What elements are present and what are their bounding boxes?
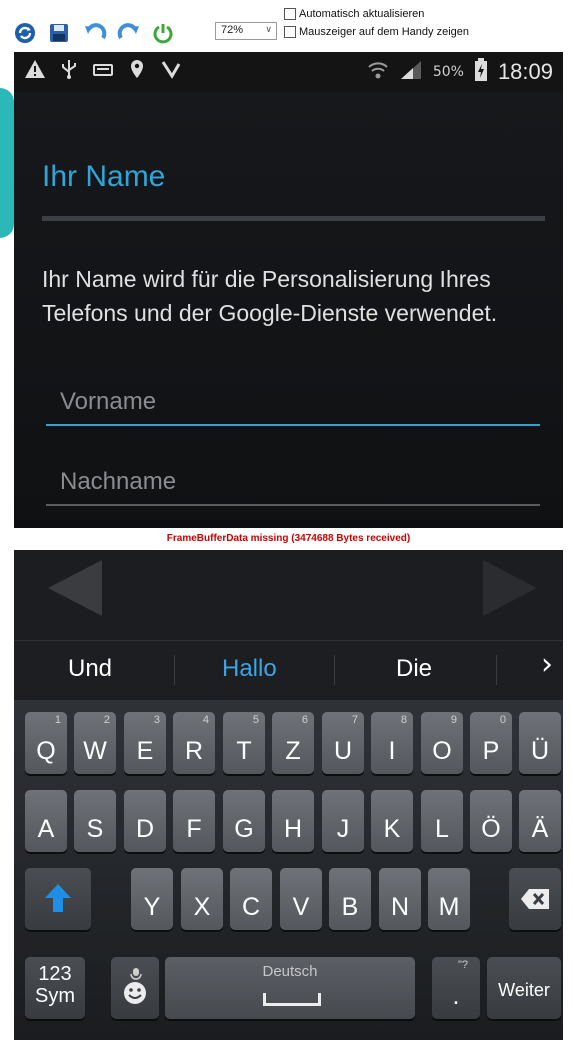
shift-arrow-icon xyxy=(44,882,72,921)
usb-icon xyxy=(60,58,78,85)
rotate-right-icon[interactable] xyxy=(116,20,142,46)
key-c[interactable]: C xyxy=(230,868,272,930)
key-r[interactable]: 4R xyxy=(173,712,215,774)
key-i[interactable]: 8I xyxy=(371,712,413,774)
power-icon[interactable] xyxy=(150,20,176,46)
name-setup-screen: Ihr Name Ihr Name wird für die Personali… xyxy=(14,92,563,520)
suggestion-und[interactable]: Und xyxy=(68,655,112,683)
key-h[interactable]: H xyxy=(272,790,314,852)
setup-navigation xyxy=(14,550,563,640)
key-b[interactable]: B xyxy=(329,868,371,930)
page-description: Ihr Name wird für die Personalisierung I… xyxy=(42,266,498,326)
battery-percent: 50% xyxy=(432,64,464,80)
page-title: Ihr Name xyxy=(42,160,166,193)
first-name-field[interactable]: Vorname xyxy=(46,382,540,426)
key-z[interactable]: 6Z xyxy=(272,712,314,774)
refresh-icon[interactable] xyxy=(12,20,38,46)
warning-icon xyxy=(24,58,46,85)
key-a[interactable]: A xyxy=(25,790,67,852)
key-y[interactable]: Y xyxy=(131,868,173,930)
symbols-key[interactable]: 123 Sym xyxy=(25,957,85,1019)
chevron-down-icon: ∨ xyxy=(265,24,272,34)
signal-icon xyxy=(399,59,423,85)
key-u[interactable]: 7U xyxy=(322,712,364,774)
save-icon[interactable] xyxy=(46,20,72,46)
key-q[interactable]: 1Q xyxy=(25,712,67,774)
missed-call-icon xyxy=(160,58,182,85)
key-oe[interactable]: Ö xyxy=(470,790,512,852)
last-name-placeholder: Nachname xyxy=(60,468,177,495)
key-d[interactable]: D xyxy=(124,790,166,852)
suggestion-divider xyxy=(496,655,497,685)
space-key-language: Deutsch xyxy=(262,963,318,980)
key-t[interactable]: 5T xyxy=(223,712,265,774)
key-g[interactable]: G xyxy=(223,790,265,852)
field-underline xyxy=(46,424,540,426)
symbols-key-top: 123 xyxy=(38,963,72,985)
key-o[interactable]: 9O xyxy=(421,712,463,774)
wifi-icon xyxy=(367,59,389,85)
period-key[interactable]: "? . xyxy=(432,957,480,1019)
period-key-hint: "? xyxy=(457,959,468,971)
zoom-value: 72% xyxy=(221,24,244,36)
checkbox-box[interactable] xyxy=(284,8,296,20)
key-s[interactable]: S xyxy=(74,790,116,852)
battery-charging-icon xyxy=(474,58,488,86)
period-key-label: . xyxy=(452,982,460,1010)
back-arrow-icon[interactable] xyxy=(48,560,102,616)
key-w[interactable]: 2W xyxy=(74,712,116,774)
key-j[interactable]: J xyxy=(322,790,364,852)
emoji-key[interactable] xyxy=(111,957,159,1019)
key-m[interactable]: M xyxy=(428,868,470,930)
show-pointer-label: Mauszeiger auf dem Handy zeigen xyxy=(299,26,469,38)
title-divider xyxy=(42,216,545,221)
show-pointer-checkbox[interactable]: Mauszeiger auf dem Handy zeigen xyxy=(284,26,469,38)
viewer-toolbar: 72% ∨ Automatisch aktualisieren Mauszeig… xyxy=(0,0,572,50)
chevron-right-icon[interactable]: › xyxy=(541,647,553,682)
window-edge-decoration xyxy=(0,88,14,238)
key-l[interactable]: L xyxy=(421,790,463,852)
keyboard-icon xyxy=(92,58,114,85)
location-icon xyxy=(128,58,146,85)
key-p[interactable]: 0P xyxy=(470,712,512,774)
microphone-icon xyxy=(129,959,143,988)
auto-update-checkbox[interactable]: Automatisch aktualisieren xyxy=(284,8,424,20)
next-key-label: Weiter xyxy=(498,980,550,1000)
suggestion-hallo[interactable]: Hallo xyxy=(222,655,277,683)
zoom-select[interactable]: 72% ∨ xyxy=(215,22,277,40)
next-key[interactable]: Weiter xyxy=(487,957,561,1019)
auto-update-label: Automatisch aktualisieren xyxy=(299,8,425,20)
checkbox-box[interactable] xyxy=(284,26,296,38)
suggestion-die[interactable]: Die xyxy=(396,655,432,683)
field-underline xyxy=(46,504,540,506)
rotate-left-icon[interactable] xyxy=(82,20,108,46)
suggestion-divider xyxy=(334,655,335,685)
backspace-key[interactable] xyxy=(509,868,561,930)
soft-keyboard: 1Q 2W 3E 4R 5T 6Z 7U 8I 9O 0P Ü A S D F … xyxy=(14,700,563,1040)
next-arrow-icon[interactable] xyxy=(483,560,537,616)
key-v[interactable]: V xyxy=(280,868,322,930)
key-n[interactable]: N xyxy=(379,868,421,930)
space-bar-icon xyxy=(263,993,321,1006)
space-key[interactable]: Deutsch xyxy=(165,957,415,1019)
status-bar: 50% 18:09 xyxy=(14,52,563,92)
key-x[interactable]: X xyxy=(181,868,223,930)
phone-screen: 50% 18:09 Ihr Name Ihr Name wird für die… xyxy=(14,52,563,1040)
key-ue[interactable]: Ü xyxy=(519,712,561,774)
error-message: FrameBufferData missing (3474688 Bytes r… xyxy=(14,528,563,550)
backspace-icon xyxy=(520,888,550,917)
key-k[interactable]: K xyxy=(371,790,413,852)
last-name-field[interactable]: Nachname xyxy=(46,462,540,506)
key-ae[interactable]: Ä xyxy=(519,790,561,852)
first-name-placeholder: Vorname xyxy=(60,388,157,415)
key-f[interactable]: F xyxy=(173,790,215,852)
suggestion-bar: Und Hallo Die › xyxy=(14,640,563,701)
key-e[interactable]: 3E xyxy=(124,712,166,774)
symbols-key-bottom: Sym xyxy=(35,985,75,1007)
shift-key[interactable] xyxy=(25,868,91,930)
suggestion-divider xyxy=(174,655,175,685)
status-time: 18:09 xyxy=(497,59,553,84)
